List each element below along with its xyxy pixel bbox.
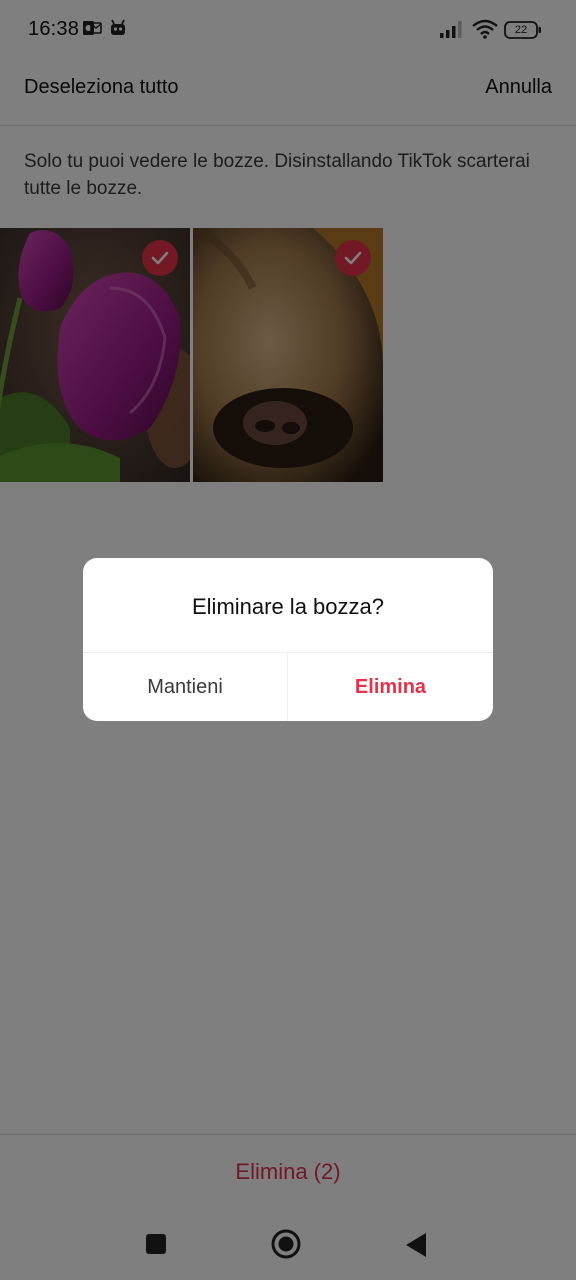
keep-button[interactable]: Mantieni <box>83 653 287 721</box>
dialog-title: Eliminare la bozza? <box>192 594 384 619</box>
delete-draft-dialog: Eliminare la bozza? Mantieni Elimina <box>83 558 493 721</box>
confirm-delete-button[interactable]: Elimina <box>288 653 493 721</box>
